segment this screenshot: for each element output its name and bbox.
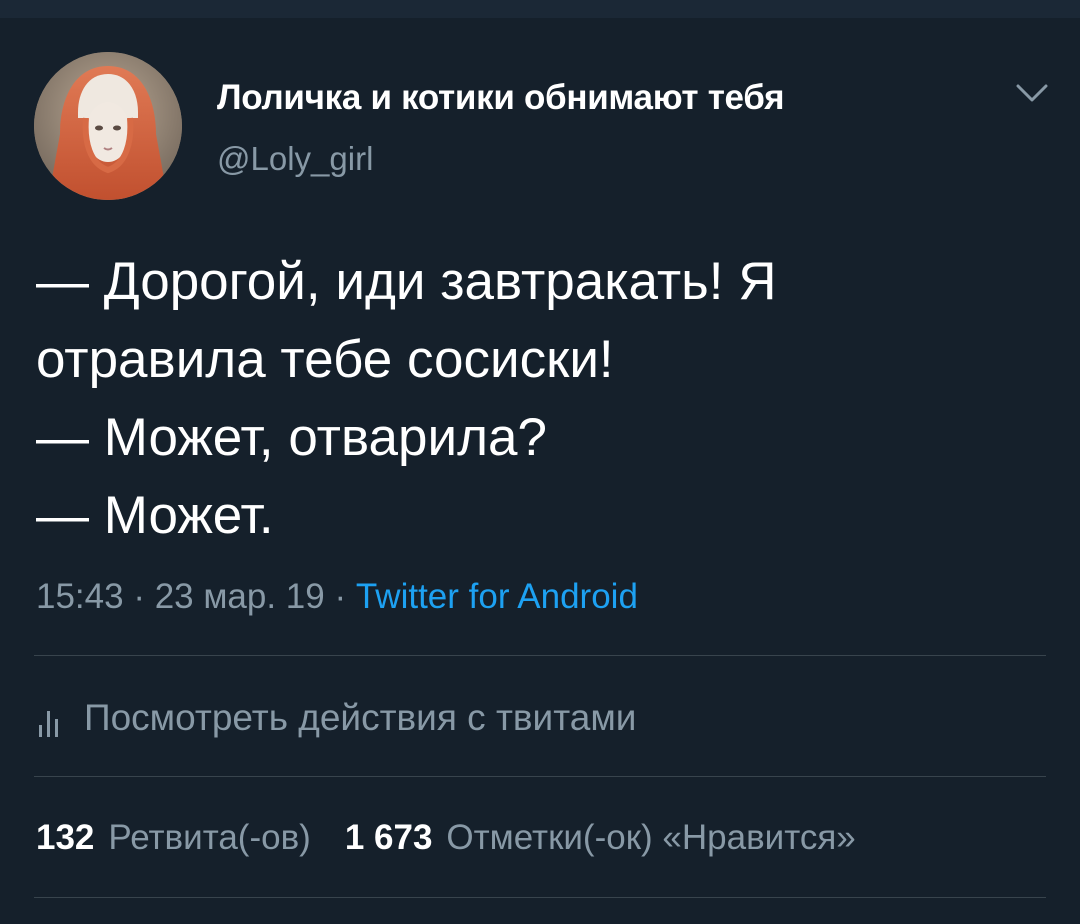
divider: [34, 655, 1046, 656]
tweet-source-link[interactable]: Twitter for Android: [356, 577, 638, 616]
avatar-portrait-icon: [34, 52, 182, 200]
author-handle[interactable]: @Loly_girl: [217, 140, 373, 178]
tweet-time: 15:43: [36, 577, 124, 616]
bar-chart-icon: [39, 711, 58, 737]
tweet-date: 23 мар. 19: [154, 577, 325, 616]
tweet-stats: 132 Ретвита(-ов) 1 673 Отметки(-ок) «Нра…: [36, 818, 856, 858]
top-bar-edge: [0, 0, 1080, 18]
meta-separator: ·: [123, 577, 155, 616]
author-display-name[interactable]: Лоличка и котики обнимают тебя: [217, 78, 785, 118]
retweets-stat[interactable]: 132 Ретвита(-ов): [36, 818, 311, 858]
retweets-count: 132: [36, 818, 95, 857]
chevron-down-icon[interactable]: [1010, 78, 1054, 108]
avatar[interactable]: [34, 52, 182, 200]
retweets-label: Ретвита(-ов): [108, 818, 311, 857]
meta-separator: ·: [324, 577, 356, 616]
divider: [34, 897, 1046, 898]
view-tweet-activity-label: Посмотреть действия с твитами: [84, 697, 637, 738]
tweet-meta: 15:43 · 23 мар. 19 · Twitter for Android: [36, 577, 638, 617]
likes-label: Отметки(-ок) «Нравится»: [446, 818, 856, 857]
divider: [34, 776, 1046, 777]
likes-count: 1 673: [344, 818, 433, 857]
view-tweet-activity-button[interactable]: Посмотреть действия с твитами: [36, 697, 636, 739]
likes-stat[interactable]: 1 673 Отметки(-ок) «Нравится»: [345, 818, 856, 858]
tweet-text: — Дорогой, иди завтракать! Я отравила те…: [36, 252, 777, 545]
tweet-detail-screen: Лоличка и котики обнимают тебя @Loly_gir…: [0, 0, 1080, 924]
